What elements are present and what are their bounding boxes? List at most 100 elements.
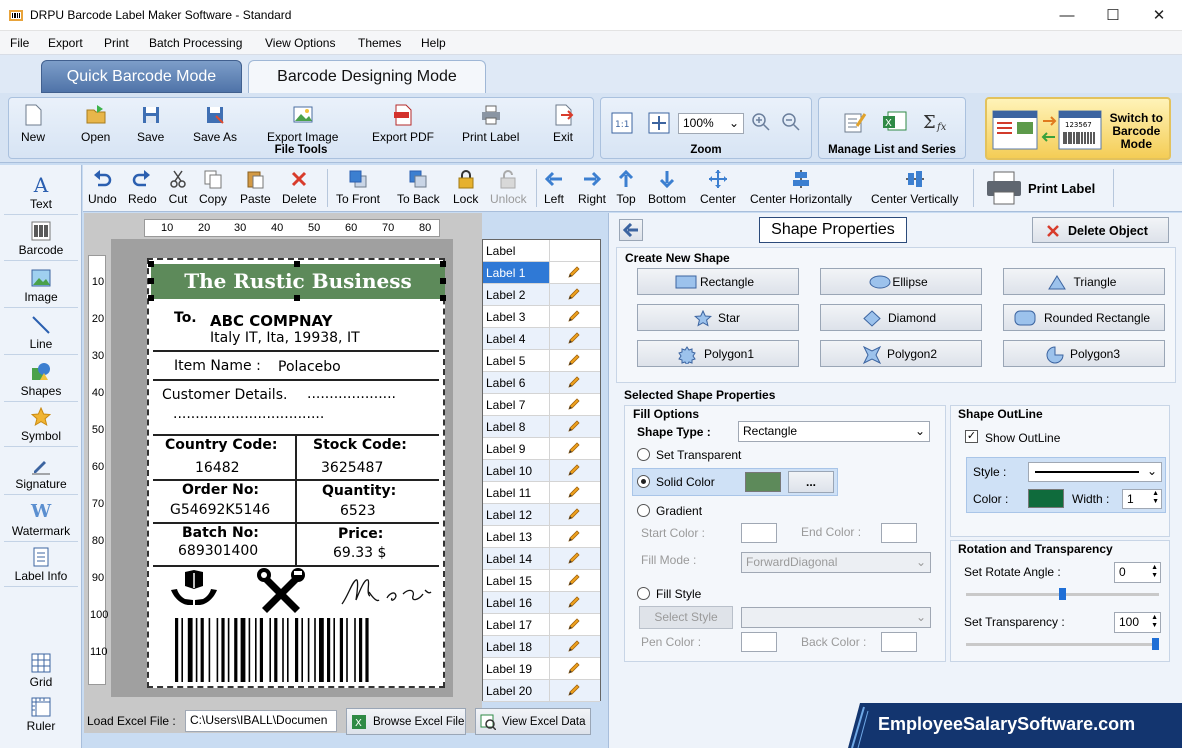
- label-list-item[interactable]: Label 7: [483, 394, 600, 416]
- stepper-arrows-icon[interactable]: ▲ ▼: [1152, 490, 1159, 506]
- export-image-button[interactable]: Export Image: [267, 104, 338, 144]
- start-color-swatch[interactable]: [741, 523, 777, 543]
- label-edit-button[interactable]: [549, 328, 600, 349]
- label-edit-button[interactable]: [549, 680, 600, 701]
- resize-handle[interactable]: [148, 278, 154, 284]
- customer-details-label[interactable]: Customer Details.: [162, 387, 287, 403]
- stepper-arrows-icon[interactable]: ▲ ▼: [1151, 564, 1158, 580]
- label-edit-button[interactable]: [549, 350, 600, 371]
- country-code-value[interactable]: 16482: [195, 460, 240, 476]
- label-edit-button[interactable]: [549, 504, 600, 525]
- label-edit-button[interactable]: [549, 526, 600, 547]
- align-bottom-button[interactable]: Bottom: [648, 169, 686, 206]
- exit-button[interactable]: Exit: [552, 104, 574, 144]
- back-button[interactable]: [619, 219, 643, 241]
- print-label-ribbon-button[interactable]: Print Label: [462, 104, 519, 144]
- label-edit-button[interactable]: [549, 658, 600, 679]
- label-edit-button[interactable]: [549, 570, 600, 591]
- center-button[interactable]: Center: [700, 169, 736, 206]
- browse-excel-button[interactable]: X Browse Excel File: [346, 708, 466, 735]
- outline-color-swatch[interactable]: [1028, 489, 1064, 508]
- signature-tool[interactable]: Signature: [4, 455, 78, 495]
- label-edit-button[interactable]: [549, 372, 600, 393]
- excel-icon[interactable]: X: [882, 110, 908, 134]
- label-edit-button[interactable]: [549, 460, 600, 481]
- tools-icon[interactable]: [256, 568, 306, 614]
- label-edit-button[interactable]: [549, 482, 600, 503]
- fit-to-window-icon[interactable]: [648, 112, 670, 134]
- item-name-value[interactable]: Polacebo: [278, 359, 341, 375]
- triangle-shape-button[interactable]: Triangle: [1003, 268, 1165, 295]
- image-tool[interactable]: Image: [4, 268, 78, 308]
- outline-style-select[interactable]: ⌄: [1028, 462, 1162, 482]
- fill-mode-select[interactable]: ForwardDiagonal ⌄: [741, 552, 931, 573]
- to-front-button[interactable]: To Front: [336, 169, 380, 206]
- redo-button[interactable]: Redo: [128, 169, 157, 206]
- cut-button[interactable]: Cut: [168, 169, 188, 206]
- barcode-tool[interactable]: Barcode: [4, 221, 78, 261]
- diamond-shape-button[interactable]: Diamond: [820, 304, 982, 331]
- label-list-item[interactable]: Label 1: [483, 262, 600, 284]
- shapes-tool[interactable]: Shapes: [4, 362, 78, 402]
- end-color-swatch[interactable]: [881, 523, 917, 543]
- center-vertically-button[interactable]: Center Vertically: [871, 169, 958, 206]
- menu-view-options[interactable]: View Options: [265, 36, 335, 50]
- transparency-slider-thumb[interactable]: [1152, 638, 1159, 650]
- resize-handle[interactable]: [440, 261, 446, 267]
- handle-with-care-icon[interactable]: [169, 570, 219, 612]
- outline-width-stepper[interactable]: 1 ▲ ▼: [1122, 489, 1162, 509]
- polygon3-shape-button[interactable]: Polygon3: [1003, 340, 1165, 367]
- label-list-item[interactable]: Label 5: [483, 350, 600, 372]
- transparency-slider-track[interactable]: [966, 643, 1159, 646]
- polygon2-shape-button[interactable]: Polygon2: [820, 340, 982, 367]
- stock-code-value[interactable]: 3625487: [321, 460, 383, 476]
- line-tool[interactable]: Line: [4, 315, 78, 355]
- label-list-item[interactable]: Label 18: [483, 636, 600, 658]
- to-back-button[interactable]: To Back: [397, 169, 440, 206]
- label-edit-button[interactable]: [549, 636, 600, 657]
- show-outline-checkbox[interactable]: ✓: [965, 430, 978, 443]
- actual-size-icon[interactable]: 1:1: [611, 112, 633, 134]
- fill-style-radio[interactable]: [637, 587, 650, 600]
- export-pdf-button[interactable]: Export PDF: [372, 104, 434, 144]
- menu-themes[interactable]: Themes: [358, 36, 401, 50]
- style-select[interactable]: ⌄: [741, 607, 931, 628]
- maximize-button[interactable]: ☐: [1090, 0, 1136, 31]
- rounded-rectangle-shape-button[interactable]: Rounded Rectangle: [1003, 304, 1165, 331]
- ruler-tool[interactable]: Ruler: [4, 697, 78, 736]
- resize-handle[interactable]: [148, 261, 154, 267]
- rotate-angle-slider-thumb[interactable]: [1059, 588, 1066, 600]
- save-button[interactable]: Save: [137, 104, 164, 144]
- symbol-tool[interactable]: Symbol: [4, 407, 78, 447]
- menu-batch-processing[interactable]: Batch Processing: [149, 36, 242, 50]
- copy-button[interactable]: Copy: [199, 169, 227, 206]
- price-value[interactable]: 69.33 $: [333, 545, 386, 561]
- view-excel-data-button[interactable]: View Excel Data: [475, 708, 591, 735]
- solid-color-swatch[interactable]: [745, 472, 781, 492]
- resize-handle[interactable]: [148, 295, 154, 301]
- label-list-item[interactable]: Label 11: [483, 482, 600, 504]
- close-button[interactable]: ✕: [1136, 0, 1182, 31]
- label-list-item[interactable]: Label 4: [483, 328, 600, 350]
- set-transparent-radio[interactable]: [637, 448, 650, 461]
- menu-help[interactable]: Help: [421, 36, 446, 50]
- label-edit-button[interactable]: [549, 548, 600, 569]
- quantity-value[interactable]: 6523: [340, 503, 376, 519]
- align-top-button[interactable]: Top: [616, 169, 636, 206]
- label-list-item[interactable]: Label 8: [483, 416, 600, 438]
- switch-to-barcode-mode-button[interactable]: 123567 Switch to Barcode Mode: [985, 97, 1171, 160]
- label-list-item[interactable]: Label 14: [483, 548, 600, 570]
- paste-button[interactable]: Paste: [240, 169, 271, 206]
- open-button[interactable]: Open: [81, 104, 110, 144]
- manage-list-icon[interactable]: [843, 110, 867, 134]
- label-list-item[interactable]: Label 3: [483, 306, 600, 328]
- solid-color-radio[interactable]: [637, 475, 650, 488]
- series-formula-icon[interactable]: Σfx: [922, 110, 952, 134]
- label-edit-button[interactable]: [549, 416, 600, 437]
- delete-button[interactable]: Delete: [282, 169, 317, 206]
- center-horizontally-button[interactable]: Center Horizontally: [750, 169, 852, 206]
- label-list-item[interactable]: Label 15: [483, 570, 600, 592]
- label-edit-button[interactable]: [549, 592, 600, 613]
- menu-print[interactable]: Print: [104, 36, 129, 50]
- grid-tool[interactable]: Grid: [4, 653, 78, 692]
